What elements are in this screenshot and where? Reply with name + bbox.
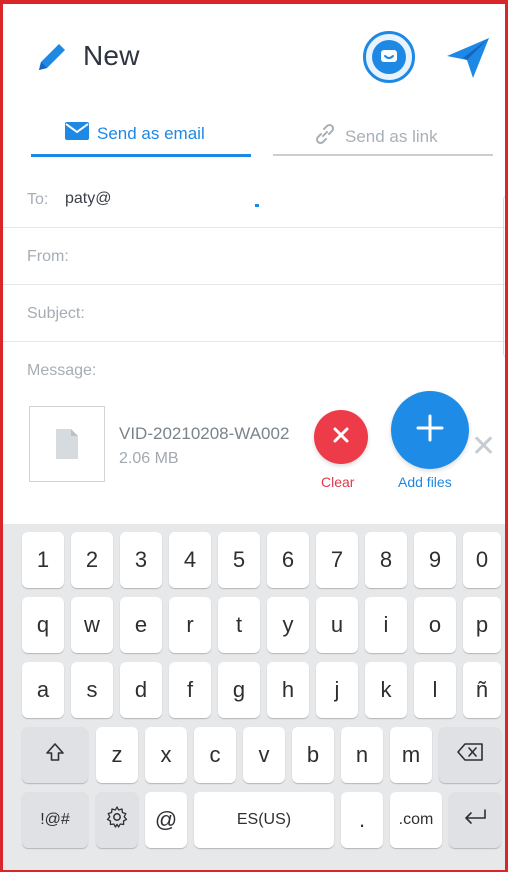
period-key[interactable]: . [341,792,383,848]
gear-icon [105,805,129,835]
space-key[interactable]: ES(US) [194,792,334,848]
key-0[interactable]: 0 [463,532,501,588]
enter-key[interactable] [449,792,501,848]
key-g[interactable]: g [218,662,260,718]
to-field[interactable]: To: paty@ [3,171,505,228]
on-screen-keyboard: 1 2 3 4 5 6 7 8 9 0 q w e r t y u i o p … [3,524,505,870]
key-b[interactable]: b [292,727,334,783]
backspace-icon [456,742,484,768]
tab-send-as-link[interactable]: Send as link [273,112,493,156]
key-p[interactable]: p [463,597,501,653]
key-2[interactable]: 2 [71,532,113,588]
app-frame: New Send as email Send as link To: paty@… [0,0,508,872]
key-n[interactable]: n [341,727,383,783]
key-x[interactable]: x [145,727,187,783]
tab-send-as-email[interactable]: Send as email [31,112,251,157]
key-a[interactable]: a [22,662,64,718]
tab-label: Send as link [345,126,438,146]
key-t[interactable]: t [218,597,260,653]
page-title: New [83,40,140,71]
chat-bubble-icon [372,40,406,74]
key-r[interactable]: r [169,597,211,653]
key-c[interactable]: c [194,727,236,783]
at-key[interactable]: @ [145,792,187,848]
key-w[interactable]: w [71,597,113,653]
key-k[interactable]: k [365,662,407,718]
from-label: From: [27,248,69,265]
key-s[interactable]: s [71,662,113,718]
to-value: paty@ [65,190,112,207]
active-tab-indicator [31,154,251,157]
chat-button[interactable] [363,31,415,83]
from-field[interactable]: From: [3,228,505,285]
plus-icon [415,413,445,448]
shift-icon [44,741,66,769]
close-icon [332,426,350,449]
to-label: To: [27,191,49,208]
key-z[interactable]: z [96,727,138,783]
key-d[interactable]: d [120,662,162,718]
settings-key[interactable] [96,792,138,848]
key-u[interactable]: u [316,597,358,653]
pencil-icon [33,38,71,76]
clear-label: Clear [321,474,355,490]
clear-button[interactable] [314,410,368,464]
key-4[interactable]: 4 [169,532,211,588]
dotcom-key[interactable]: .com [390,792,442,848]
key-n-tilde[interactable]: ñ [463,662,501,718]
key-6[interactable]: 6 [267,532,309,588]
key-e[interactable]: e [120,597,162,653]
message-label: Message: [27,362,97,379]
attachment-row: VID-20210208-WA0024 2.06 MB ✕ Clear Add … [3,391,505,519]
key-y[interactable]: y [267,597,309,653]
send-mode-tabs: Send as email Send as link [3,112,505,162]
key-l[interactable]: l [414,662,456,718]
key-3[interactable]: 3 [120,532,162,588]
key-i[interactable]: i [365,597,407,653]
shift-key[interactable] [22,727,88,783]
subject-label: Subject: [27,305,85,322]
key-1[interactable]: 1 [22,532,64,588]
tab-label: Send as email [97,123,205,143]
backspace-key[interactable] [439,727,501,783]
key-9[interactable]: 9 [414,532,456,588]
side-panel-edge [503,194,505,359]
key-q[interactable]: q [22,597,64,653]
key-o[interactable]: o [414,597,456,653]
tab-indicator [273,154,493,156]
document-icon [56,429,78,459]
remove-file-icon[interactable]: ✕ [471,432,496,462]
enter-icon [461,807,489,833]
key-h[interactable]: h [267,662,309,718]
key-v[interactable]: v [243,727,285,783]
add-files-button[interactable] [391,391,469,469]
key-m[interactable]: m [390,727,432,783]
symbols-key[interactable]: !@# [22,792,88,848]
add-files-label: Add files [398,474,452,490]
link-icon [313,122,337,151]
key-7[interactable]: 7 [316,532,358,588]
file-thumbnail [29,406,105,482]
text-cursor-mark [255,204,259,207]
file-size: 2.06 MB [119,450,179,467]
key-f[interactable]: f [169,662,211,718]
paper-plane-icon[interactable] [443,32,493,82]
subject-field[interactable]: Subject: [3,285,505,342]
key-j[interactable]: j [316,662,358,718]
key-8[interactable]: 8 [365,532,407,588]
key-5[interactable]: 5 [218,532,260,588]
envelope-icon [65,122,89,145]
header: New [3,4,505,104]
